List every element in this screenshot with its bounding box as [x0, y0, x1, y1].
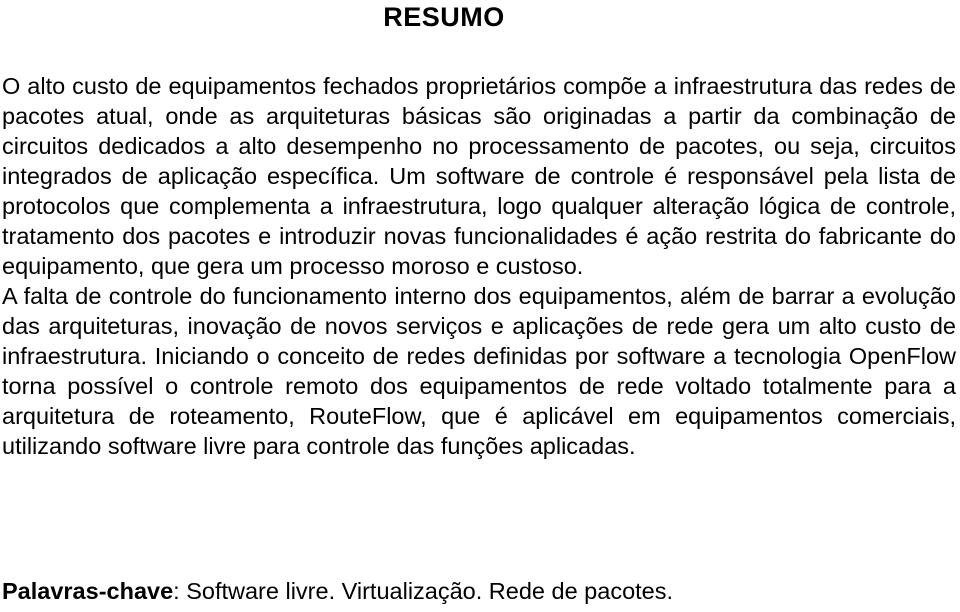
keywords-separator: :: [173, 578, 187, 604]
page-title: RESUMO: [383, 2, 505, 32]
abstract-page: RESUMO O alto custo de equipamentos fech…: [0, 0, 960, 612]
abstract-paragraph-1: O alto custo de equipamentos fechados pr…: [2, 73, 956, 279]
keywords-value: Software livre. Virtualização. Rede de p…: [186, 578, 674, 604]
keywords-label: Palavras-chave: [2, 578, 174, 604]
keywords-line: Palavras-chave: Software livre. Virtuali…: [2, 576, 673, 606]
abstract-text-block: O alto custo de equipamentos fechados pr…: [0, 71, 960, 461]
abstract-paragraph-2: A falta de controle do funcionamento int…: [2, 283, 956, 459]
